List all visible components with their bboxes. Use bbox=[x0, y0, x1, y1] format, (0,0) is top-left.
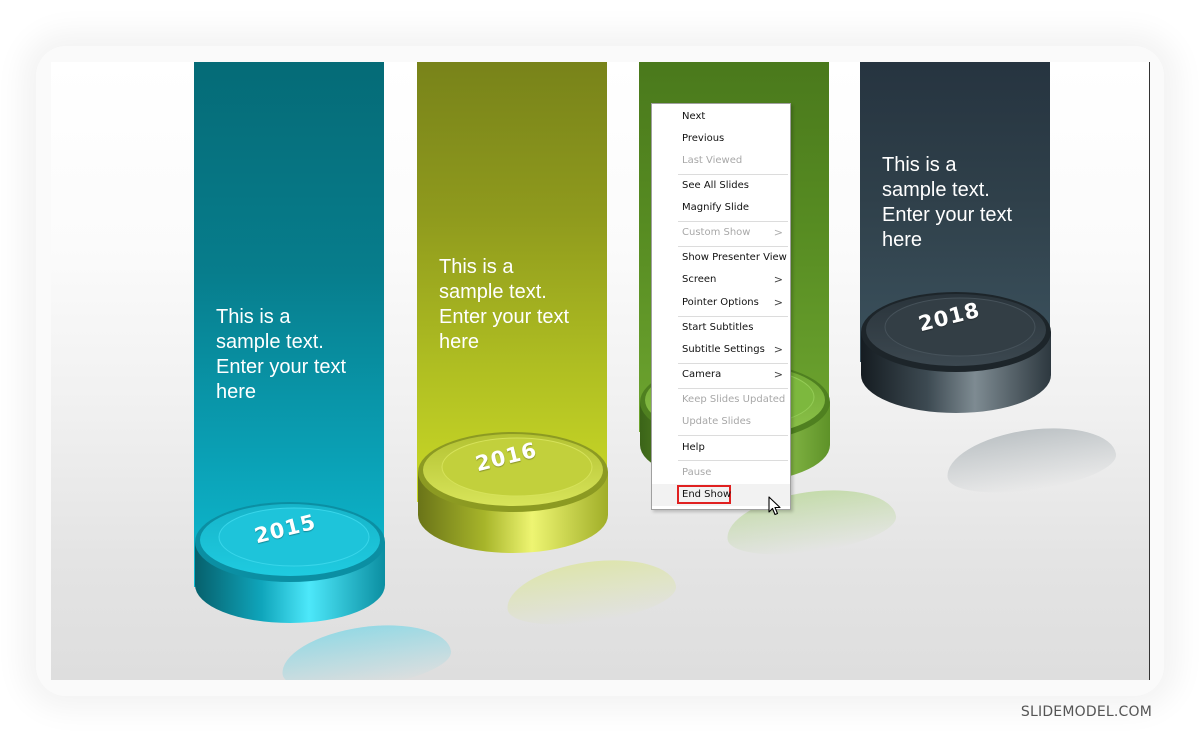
disc-reflection bbox=[942, 418, 1120, 502]
menu-item-camera[interactable]: Camera > bbox=[652, 364, 790, 386]
year-disc-2015[interactable]: 2015 bbox=[194, 497, 386, 627]
menu-separator bbox=[678, 435, 788, 436]
column-text[interactable]: This is a sample text. Enter your text h… bbox=[882, 153, 1042, 253]
year-disc-2016[interactable]: 2016 bbox=[417, 427, 609, 557]
submenu-arrow-icon: > bbox=[773, 226, 783, 239]
menu-item-subtitle-settings[interactable]: Subtitle Settings > bbox=[652, 339, 790, 361]
menu-item-update-slides: Update Slides bbox=[682, 416, 752, 427]
presentation-slide[interactable]: This is a sample text. Enter your text h… bbox=[51, 62, 1150, 680]
submenu-arrow-icon: > bbox=[773, 343, 783, 356]
menu-item-show-presenter-view[interactable]: Show Presenter View bbox=[652, 247, 790, 269]
menu-item-help[interactable]: Help bbox=[652, 437, 790, 459]
submenu-arrow-icon: > bbox=[773, 296, 783, 309]
year-disc-2018[interactable]: 2018 bbox=[860, 287, 1052, 417]
submenu-arrow-icon: > bbox=[773, 273, 783, 286]
slideshow-context-menu: Next Previous Last Viewed See All Slides… bbox=[651, 103, 791, 510]
menu-item-previous[interactable]: Previous bbox=[652, 128, 790, 150]
watermark: SLIDEMODEL.COM bbox=[1020, 704, 1152, 720]
column-text[interactable]: This is a sample text. Enter your text h… bbox=[216, 305, 376, 405]
column-text[interactable]: This is a sample text. Enter your text h… bbox=[439, 255, 599, 355]
menu-item-pointer-options[interactable]: Pointer Options > bbox=[652, 292, 790, 314]
disc-reflection bbox=[502, 550, 680, 634]
mouse-pointer-icon bbox=[768, 496, 782, 521]
menu-item-custom-show: Custom Show > bbox=[652, 222, 790, 244]
menu-item-last-viewed: Last Viewed bbox=[682, 155, 743, 166]
menu-item-see-all-slides[interactable]: See All Slides bbox=[652, 175, 790, 197]
menu-item-next[interactable]: Next bbox=[652, 106, 790, 128]
menu-item-magnify-slide[interactable]: Magnify Slide bbox=[652, 197, 790, 219]
submenu-arrow-icon: > bbox=[773, 368, 783, 381]
menu-item-keep-slides-updated: Keep Slides Updated bbox=[682, 394, 786, 405]
menu-item-pause: Pause bbox=[682, 467, 712, 478]
menu-item-screen[interactable]: Screen > bbox=[652, 269, 790, 291]
menu-item-start-subtitles[interactable]: Start Subtitles bbox=[652, 317, 790, 339]
menu-separator bbox=[678, 460, 788, 461]
